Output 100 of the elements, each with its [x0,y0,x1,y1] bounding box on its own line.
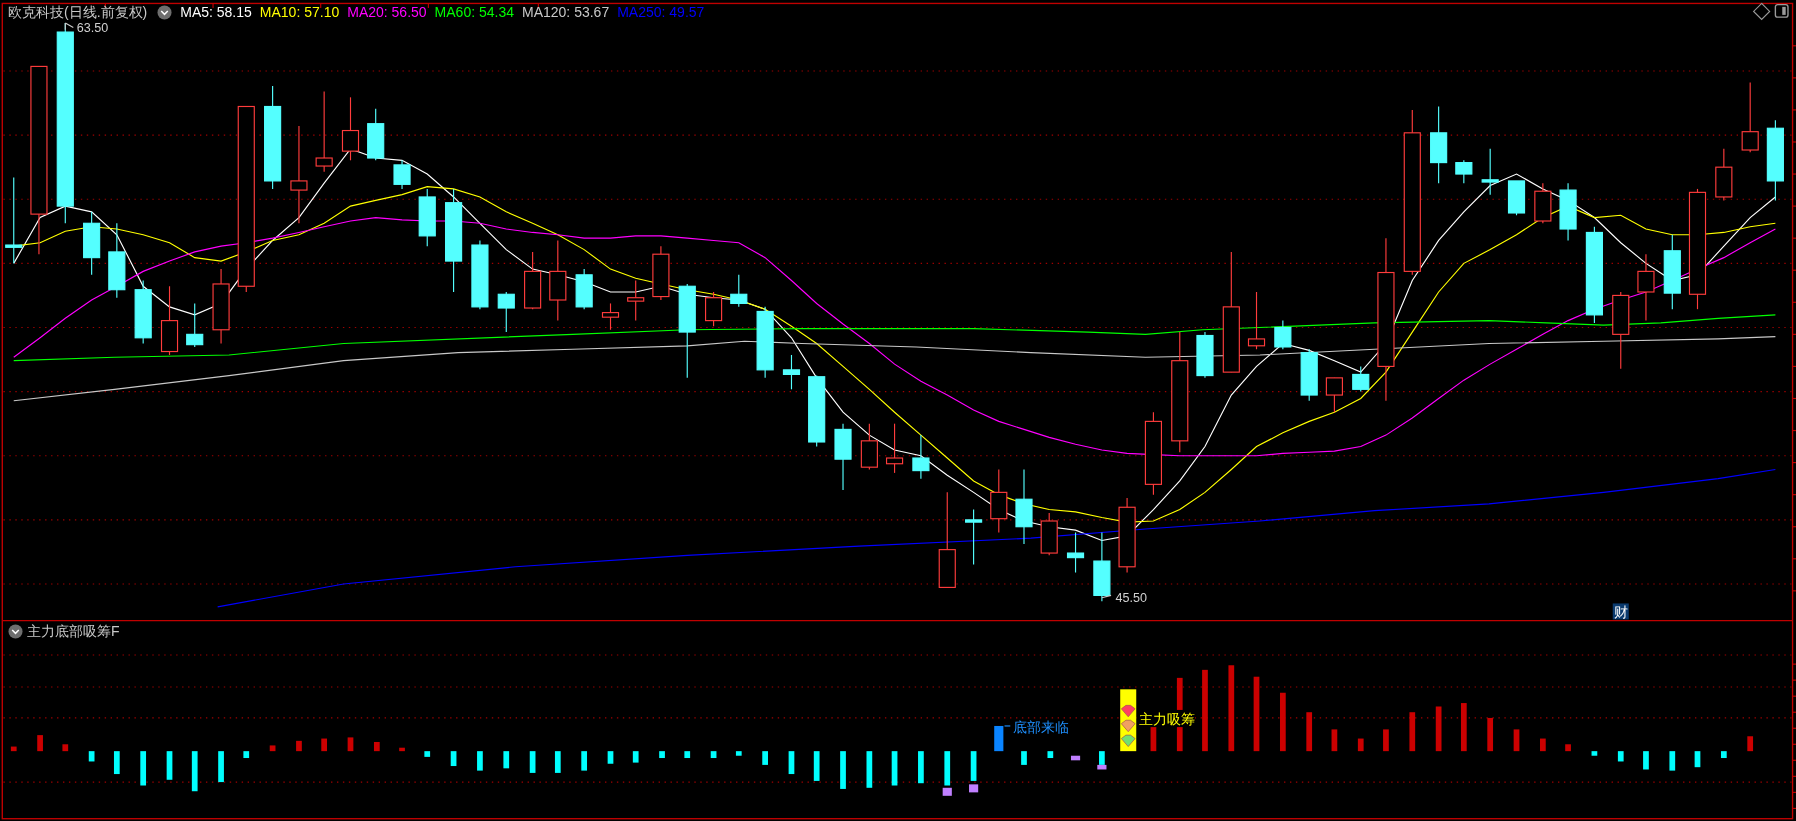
candlestick [1455,159,1473,184]
finance-badge[interactable]: 财 [1612,603,1629,621]
indicator-bar [607,751,614,764]
candlestick [1093,531,1111,602]
indicator-bar [762,751,768,765]
indicator-bar [1487,717,1494,752]
indicator-bar [1513,729,1520,752]
candlestick [575,268,593,310]
indicator-bar [62,744,69,752]
indicator-bar [1070,755,1081,761]
indicator-bar [296,740,302,752]
candlestick [418,188,436,247]
candlestick [341,96,360,161]
indicator-bar [37,735,43,752]
candlestick [471,239,489,310]
candlestick [1274,320,1292,350]
indicator-bar [1047,751,1054,758]
candlestick [1066,531,1085,574]
indicator-bar [1306,712,1313,752]
indicator-bar [1383,729,1389,752]
indicator-bar [1721,751,1727,758]
indicator-bar [399,747,405,752]
candlestick [1559,182,1577,242]
low-price-label: 45.50 [1115,591,1148,606]
indicator-bar [477,751,483,771]
collapse-icon[interactable] [8,623,23,639]
candlestick [1196,331,1214,379]
candlestick [1741,81,1759,153]
indicator-bar [1669,751,1676,771]
candlestick [160,285,179,356]
indicator-bar [166,751,173,780]
candlestick [83,211,101,276]
diamond-icon[interactable] [1752,2,1771,21]
candlestick [186,302,204,348]
candlestick [1040,512,1058,556]
candlestick [134,279,152,345]
candlestick [990,468,1008,534]
indicator-bar [1565,744,1571,752]
candlestick [393,159,411,190]
indicator-bar [1357,738,1364,752]
indicator-bar [970,751,977,781]
indicator-bar [710,751,717,758]
indicator-bar [1591,751,1598,756]
signal-label: 底部来临 [1012,718,1069,735]
indicator-bar [140,751,147,786]
indicator-bar [1643,751,1649,770]
indicator-bar [374,742,380,752]
candlestick [965,508,983,566]
indicator-bar [866,751,873,788]
indicator-bar [918,751,924,784]
stock-title: 欧克科技(日线.前复权) [8,3,148,21]
indicator-bar [1540,738,1546,752]
indicator-bar [788,751,795,775]
candlestick [834,423,852,491]
candlestick [652,245,670,301]
indicator-bar [88,751,95,762]
indicator-bar [969,784,979,793]
indicator-bar [581,751,587,771]
indicator-bar [735,751,742,756]
indicator-bar [218,751,224,783]
indicator-bar [632,751,639,763]
candlestick [1247,291,1266,350]
indicator-bar [1617,751,1624,762]
moving-average-value: MA250: 49.57 [617,3,705,21]
indicator-bar [1747,736,1754,752]
indicator-bar [1694,751,1701,768]
indicator-bar [1331,729,1338,752]
moving-average-value: MA5: 58.15 [180,3,252,21]
candlestick [367,108,385,161]
indicator-bar [840,751,846,789]
moving-average-value: MA10: 57.10 [259,3,340,21]
panel-icon[interactable] [1774,3,1789,18]
candlestick [1534,182,1552,224]
high-price-label: 63.50 [76,21,109,36]
moving-average-value: MA20: 56.50 [347,3,427,21]
candlestick [1325,377,1343,413]
indicator-bar [1021,751,1027,765]
candlestick [912,434,930,480]
indicator-bar [1280,692,1286,752]
candlestick [782,354,801,390]
indicator-bar [243,751,250,758]
signal-bar [994,725,1004,752]
indicator-bar [10,746,17,752]
indicator-bar [450,751,457,767]
indicator-bar [191,751,198,792]
candlestick [497,291,515,333]
gem-icon [1121,719,1136,733]
candlestick [1481,148,1499,196]
indicator-bar [891,751,898,786]
indicator-bar [1409,712,1416,752]
signal-label: 主力吸筹 [1138,710,1195,727]
indicator-bar [813,751,820,781]
indicator-bar [1435,706,1442,752]
candlestick [860,423,878,471]
indicator-bar [424,751,431,757]
indicator-bar [529,751,536,773]
indicator-bar [113,751,120,775]
gem-icon [1121,734,1136,747]
indicator-bar [503,751,510,769]
collapse-icon[interactable] [157,4,173,20]
